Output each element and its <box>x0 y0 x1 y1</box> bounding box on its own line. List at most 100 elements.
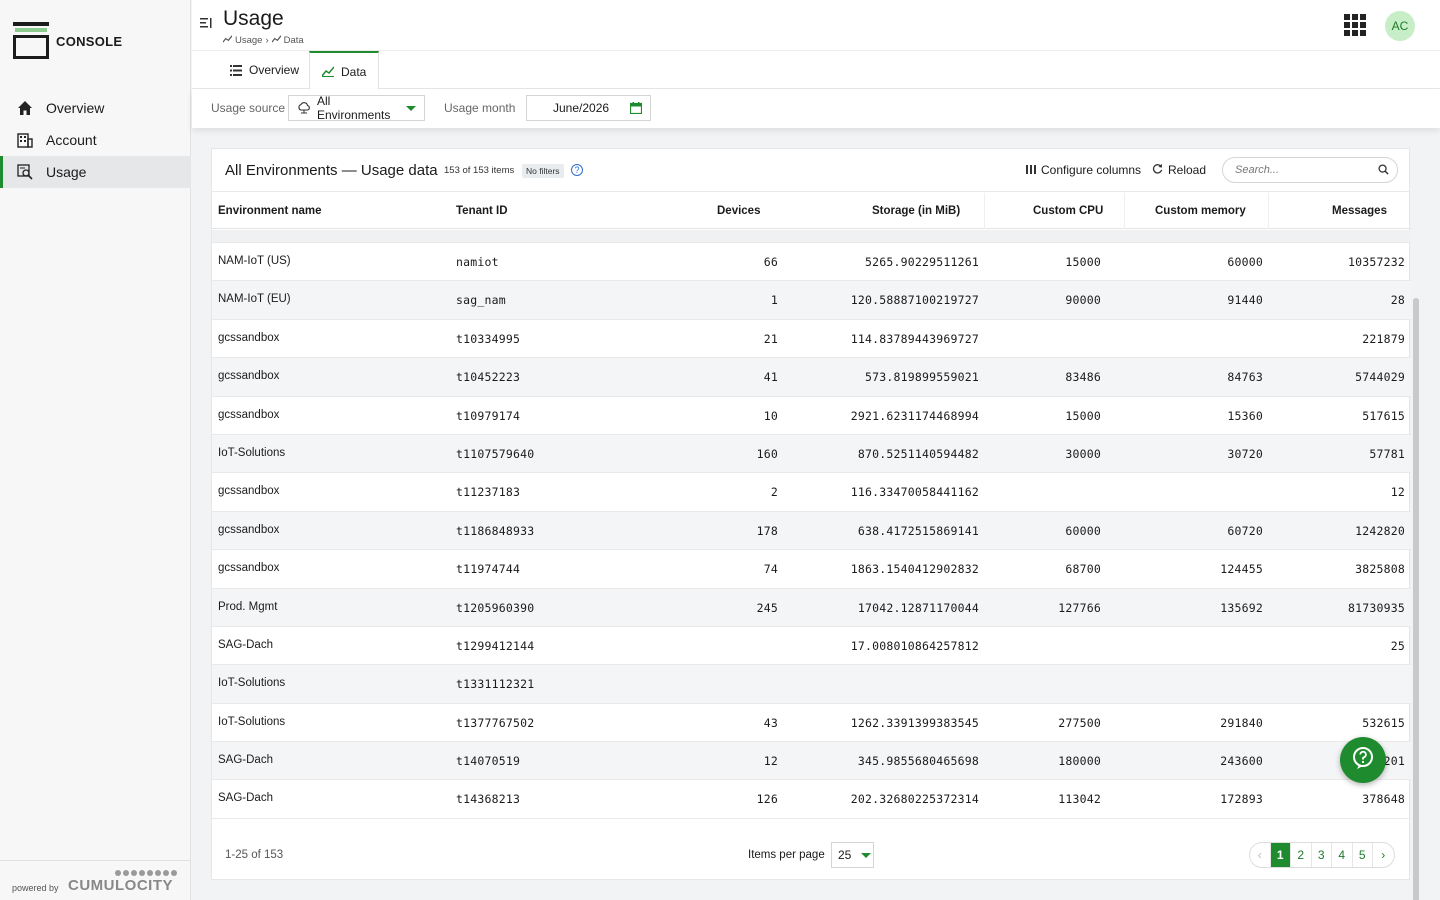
cloud-icon <box>297 102 311 114</box>
table-row[interactable]: gcssandbox t10334995 21 114.83789443969727 2… <box>212 320 1411 359</box>
cell-custom-memory: 291840 <box>1220 715 1263 730</box>
breadcrumb-item-data[interactable]: Data <box>284 35 304 46</box>
prev-page-button[interactable]: ‹ <box>1250 843 1271 867</box>
cell-environment: gcssandbox <box>218 562 280 575</box>
powered-by-footer: powered by CUMULOCITY <box>0 860 191 900</box>
table-title: All Environments — Usage data <box>225 162 438 179</box>
filter-bar: Usage source All Environments Usage mont… <box>192 89 1440 128</box>
items-per-page-value: 25 <box>838 848 852 862</box>
cell-devices: 1 <box>770 293 778 308</box>
search-input[interactable]: Search... <box>1222 157 1398 183</box>
tab-overview[interactable]: Overview <box>218 51 311 89</box>
cell-custom-cpu: 90000 <box>1065 293 1101 308</box>
table-row[interactable]: IoT-Solutions t1107579640 160 870.525114059… <box>212 434 1411 474</box>
calendar-icon[interactable] <box>629 102 643 117</box>
column-header-memory[interactable]: Custom memory <box>1155 205 1246 217</box>
table-row[interactable]: IoT-Solutions t1377767502 43 1262.339139938… <box>212 704 1411 743</box>
cell-storage: 202.32680225372314 <box>850 792 979 807</box>
cell-environment: IoT-Solutions <box>218 715 286 728</box>
line-chart-icon <box>322 66 334 77</box>
cell-tenant-id: t11974744 <box>456 562 521 577</box>
cell-devices: 43 <box>763 715 778 730</box>
table-row[interactable]: IoT-Solutions t1331112321 <box>212 665 1411 704</box>
page-button-5[interactable]: 5 <box>1353 843 1373 867</box>
table-rows: NAM-IoT (US) namiot 66 5265.90229511261 1500… <box>212 243 1411 819</box>
user-avatar[interactable]: AC <box>1385 11 1415 41</box>
powered-by-text: powered by <box>12 883 59 893</box>
page-title: Usage <box>223 7 284 30</box>
usage-month-input[interactable]: June/2026 <box>526 95 651 121</box>
page-button-2[interactable]: 2 <box>1291 843 1312 867</box>
column-header-devices[interactable]: Devices <box>717 205 760 217</box>
cell-storage: 114.83789443969727 <box>850 331 979 346</box>
usage-data-card: All Environments — Usage data 153 of 153… <box>211 148 1411 880</box>
sidebar-item-label: Account <box>46 132 97 148</box>
page-button-1[interactable]: 1 <box>1270 843 1291 867</box>
usage-source-select[interactable]: All Environments <box>288 94 425 122</box>
breadcrumb-item-usage[interactable]: Usage <box>235 35 262 46</box>
sidebar-nav: Overview Account Usage <box>0 92 191 188</box>
cell-storage: 870.5251140594482 <box>857 446 979 461</box>
cell-custom-cpu: 113042 <box>1058 792 1101 807</box>
next-page-button[interactable]: › <box>1373 843 1394 867</box>
brand[interactable]: CONSOLE <box>13 22 122 60</box>
line-chart-icon <box>222 34 233 46</box>
column-header-tenant[interactable]: Tenant ID <box>456 205 508 217</box>
table-row[interactable]: gcssandbox t10452223 41 573.819899559021 834… <box>212 358 1411 397</box>
cell-environment: SAG-Dach <box>218 638 273 651</box>
table-row[interactable]: gcssandbox t11237183 2 116.33470058441162 12 <box>212 473 1411 512</box>
items-per-page-select[interactable]: 25 <box>831 842 874 868</box>
cell-tenant-id: t1377767502 <box>456 715 535 730</box>
building-icon <box>17 132 33 148</box>
sidebar-item-overview[interactable]: Overview <box>0 92 191 124</box>
cell-messages: 3825808 <box>1355 562 1405 577</box>
cell-messages: 532615 <box>1362 715 1405 730</box>
column-header-cpu[interactable]: Custom CPU <box>1033 205 1103 217</box>
reload-button[interactable]: Reload <box>1152 163 1206 177</box>
sidebar-item-usage[interactable]: Usage <box>0 156 191 188</box>
table-row[interactable]: SAG-Dach t1299412144 17.008010864257812 25 <box>212 627 1411 666</box>
cell-environment: gcssandbox <box>218 408 280 421</box>
table-footer: 1-25 of 153 Items per page 25 ‹ 1 2 3 4 … <box>212 831 1411 880</box>
sidebar-item-account[interactable]: Account <box>0 124 191 156</box>
table-row[interactable]: SAG-Dach t14070519 12 345.9855680465698 1800… <box>212 742 1411 781</box>
cell-custom-cpu: 15000 <box>1065 255 1101 269</box>
usage-month-value: June/2026 <box>553 101 610 115</box>
sidebar: CONSOLE Overview Account Usage powered b… <box>0 0 191 900</box>
page-button-4[interactable]: 4 <box>1332 843 1353 867</box>
breadcrumb-separator: › <box>265 34 269 46</box>
cell-environment: NAM-IoT (US) <box>218 255 291 267</box>
table-row[interactable]: SAG-Dach t14368213 126 202.32680225372314 11… <box>212 780 1411 819</box>
app-switcher-icon[interactable] <box>1344 14 1366 36</box>
table-header: Environment name Tenant ID Devices Stora… <box>212 193 1411 229</box>
cell-tenant-id: t10452223 <box>456 370 521 385</box>
cell-devices: 2 <box>770 485 778 500</box>
cell-custom-memory: 15360 <box>1227 408 1263 423</box>
table-row[interactable]: Prod. Mgmt t1205960390 245 17042.1287117004… <box>212 588 1411 627</box>
cell-custom-memory: 91440 <box>1227 293 1263 308</box>
column-header-messages[interactable]: Messages <box>1332 205 1387 217</box>
cell-tenant-id: t14368213 <box>456 792 521 807</box>
tab-data[interactable]: Data <box>309 51 380 90</box>
table-row[interactable]: NAM-IoT (EU) sag_nam 1 120.58887100219727 90… <box>212 281 1411 320</box>
table-row[interactable]: gcssandbox t11974744 74 1863.1540412902832 6… <box>212 550 1411 589</box>
column-header-storage[interactable]: Storage (in MiB) <box>872 205 960 217</box>
menu-toggle-icon[interactable] <box>200 16 212 30</box>
tab-label: Overview <box>249 63 300 77</box>
column-header-environment[interactable]: Environment name <box>218 205 322 217</box>
table-row[interactable]: NAM-IoT (US) namiot 66 5265.90229511261 1500… <box>212 243 1411 282</box>
search-icon[interactable] <box>1378 164 1389 178</box>
scrollbar-thumb[interactable] <box>1413 298 1419 900</box>
help-chat-button[interactable] <box>1340 737 1386 783</box>
page-button-3[interactable]: 3 <box>1312 843 1332 867</box>
cell-environment: Prod. Mgmt <box>218 600 278 613</box>
help-icon[interactable]: ? <box>571 164 583 176</box>
cell-messages: 5744029 <box>1355 370 1405 385</box>
table-row[interactable]: gcssandbox t1186848933 178 638.417251586914… <box>212 511 1411 551</box>
cell-storage: 1863.1540412902832 <box>850 562 979 577</box>
cell-devices: 74 <box>763 562 778 577</box>
configure-columns-button[interactable]: Configure columns <box>1026 163 1141 177</box>
table-row[interactable]: gcssandbox t10979174 10 2921.6231174468994 1… <box>212 397 1411 435</box>
cell-devices: 160 <box>756 446 778 461</box>
vertical-scrollbar[interactable] <box>1411 148 1421 900</box>
